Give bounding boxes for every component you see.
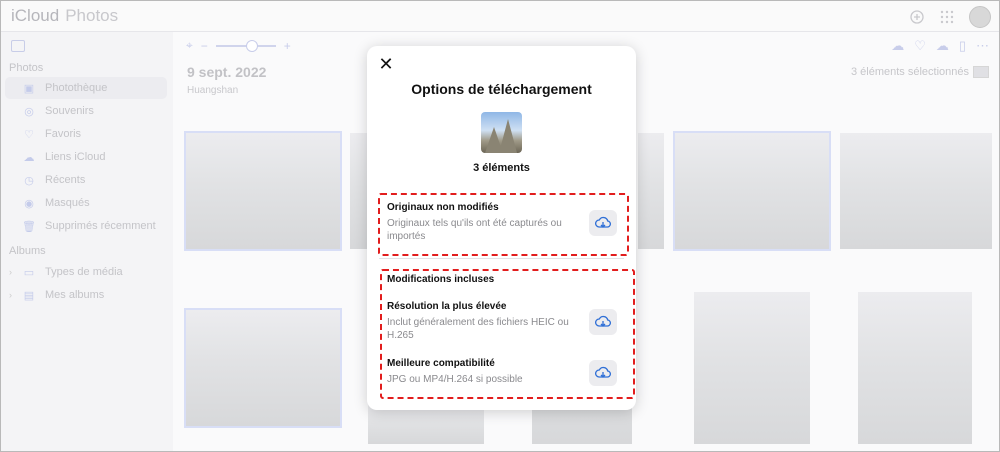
zoom-in-icon[interactable]: + (284, 39, 291, 53)
selection-thumb (973, 66, 989, 78)
cloud-link-icon: ☁ (23, 151, 35, 164)
photo-thumbnail[interactable] (638, 133, 664, 249)
preview-thumbnail (481, 112, 522, 153)
zoom-slider-knob[interactable] (245, 39, 258, 52)
sidebar: Photos ▣ Photothèque ◎ Souvenirs ♡ Favor… (1, 32, 173, 451)
sidebar-toggle-icon[interactable] (11, 40, 25, 52)
photo-thumbnail[interactable] (673, 131, 831, 251)
selection-count: 3 éléments sélectionnés (851, 66, 989, 78)
sidebar-item-label: Récents (45, 174, 86, 186)
heart-icon: ♡ (24, 128, 34, 141)
sidebar-item-label: Photothèque (45, 82, 108, 94)
sidebar-item-icloud-links[interactable]: ☁ Liens iCloud (5, 146, 167, 168)
sidebar-item-label: Favoris (45, 128, 82, 140)
sidebar-heading-photos: Photos (9, 62, 44, 74)
photo-thumbnail[interactable] (368, 404, 484, 444)
sidebar-item-recently-deleted[interactable]: 🗑 Supprimés récemment (5, 215, 167, 237)
sidebar-item-label: Types de média (45, 266, 123, 278)
clock-icon: ◷ (24, 174, 34, 187)
highlight-modifications (380, 269, 635, 399)
zoom-out-icon[interactable]: − (201, 39, 208, 53)
thumb-peak (499, 119, 517, 153)
photo-thumbnail[interactable] (840, 133, 992, 249)
chevron-right-icon[interactable]: › (9, 290, 12, 300)
chevron-right-icon[interactable]: › (9, 267, 12, 277)
sidebar-item-memories[interactable]: ◎ Souvenirs (5, 100, 167, 122)
dialog-title: Options de téléchargement (411, 81, 592, 97)
app-window: iCloud Photos Photos ▣ Photothèque ◎ Sou… (0, 0, 1000, 452)
sidebar-item-recents[interactable]: ◷ Récents (5, 169, 167, 191)
zoom-slider[interactable] (215, 39, 276, 52)
section-date: 9 sept. 2022 (187, 64, 267, 80)
download-icon[interactable]: ☁ (936, 38, 949, 54)
sidebar-item-favorites[interactable]: ♡ Favoris (5, 123, 167, 145)
sidebar-item-label: Supprimés récemment (45, 220, 156, 232)
eye-icon: ◉ (24, 197, 34, 210)
more-icon[interactable]: ⋯ (976, 38, 989, 54)
brand-photos: Photos (65, 6, 119, 25)
sidebar-item-library[interactable]: ▣ Photothèque (5, 77, 167, 99)
divider (379, 258, 624, 259)
photo-thumbnail[interactable] (858, 292, 972, 444)
sidebar-item-label: Mes albums (45, 289, 105, 301)
albums-icon: ▤ (23, 289, 35, 302)
trash-icon: 🗑 (22, 220, 36, 233)
top-bar: iCloud Photos (1, 1, 999, 32)
selection-count-label: 3 éléments sélectionnés (850, 66, 969, 78)
sidebar-item-my-albums[interactable]: › ▤ Mes albums (5, 284, 167, 306)
photos-icon: ▣ (23, 82, 35, 95)
sidebar-item-media-types[interactable]: › ▭ Types de média (5, 261, 167, 283)
folder-icon: ▭ (23, 266, 35, 279)
section-location: Huangshan (187, 85, 239, 96)
sidebar-item-label: Liens iCloud (45, 151, 106, 163)
app-logo[interactable]: iCloud Photos (9, 6, 118, 26)
photo-thumbnail[interactable] (694, 292, 810, 444)
photo-thumbnail[interactable] (184, 131, 342, 251)
zoom-controls: ⌖ − + (186, 38, 291, 53)
sidebar-item-label: Masqués (45, 197, 90, 209)
crop-icon[interactable]: ⌖ (186, 38, 193, 53)
photo-thumbnail[interactable] (184, 308, 342, 428)
sidebar-heading-albums: Albums (9, 245, 46, 257)
heart-icon[interactable]: ♡ (914, 38, 926, 54)
highlight-originals (378, 193, 629, 256)
sidebar-item-hidden[interactable]: ◉ Masqués (5, 192, 167, 214)
top-right-controls (909, 6, 991, 28)
brand-icloud: iCloud (11, 6, 60, 25)
memories-icon: ◎ (24, 105, 34, 118)
upload-icon[interactable]: ☁ (891, 38, 904, 54)
trash-icon[interactable]: ▯ (959, 38, 966, 54)
item-count: 3 éléments (473, 162, 530, 174)
app-grid-icon[interactable] (939, 9, 955, 25)
sidebar-item-label: Souvenirs (45, 105, 94, 117)
avatar[interactable] (969, 6, 991, 28)
add-icon[interactable] (909, 9, 925, 25)
action-icons: ☁ ♡ ☁ ▯ ⋯ (891, 38, 989, 54)
close-icon[interactable]: ✕ (377, 55, 395, 73)
